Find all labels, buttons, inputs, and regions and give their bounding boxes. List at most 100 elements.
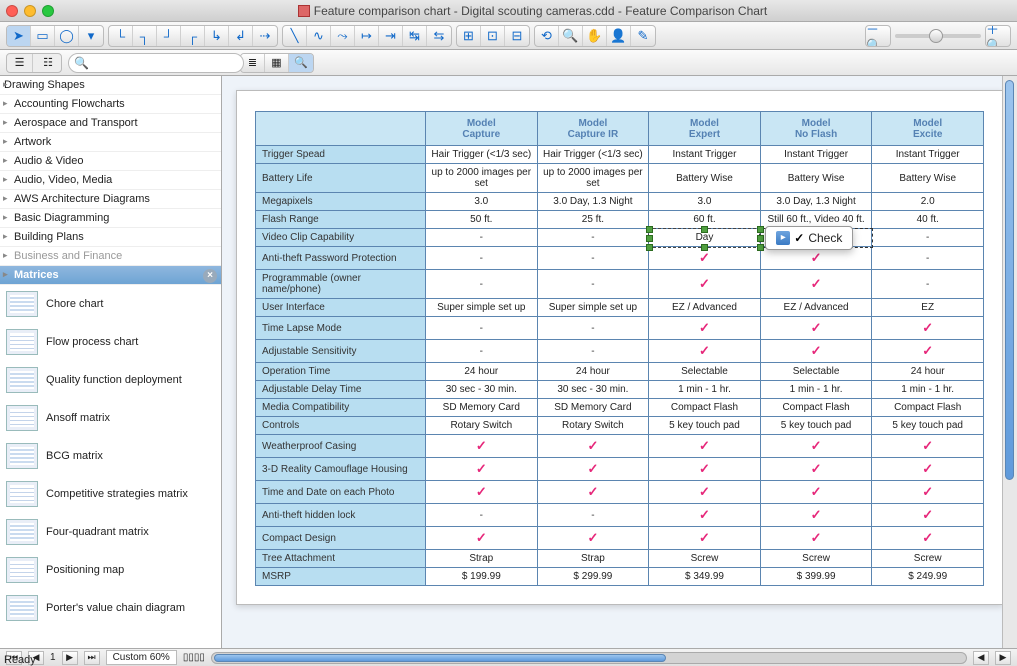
table-cell[interactable]: -: [537, 270, 649, 299]
next-page-button[interactable]: ▶: [62, 651, 78, 665]
table-cell[interactable]: ✓: [649, 270, 761, 299]
table-row[interactable]: Adjustable Sensitivity--✓✓✓: [256, 340, 984, 363]
ellipse-tool[interactable]: ◯: [55, 26, 79, 46]
table-cell[interactable]: 25 ft.: [537, 211, 649, 229]
table-row[interactable]: Anti-theft hidden lock--✓✓✓: [256, 504, 984, 527]
table-cell[interactable]: Rotary Switch: [537, 417, 649, 435]
feature-table[interactable]: ModelCaptureModelCapture IRModelExpertMo…: [255, 111, 984, 586]
sidebar-category[interactable]: Audio & Video: [0, 152, 221, 171]
table-cell[interactable]: ✓: [649, 317, 761, 340]
table-cell[interactable]: ✓: [872, 504, 984, 527]
table-cell[interactable]: -: [537, 504, 649, 527]
table-cell[interactable]: Screw: [649, 550, 761, 568]
table-cell[interactable]: 1 min - 1 hr.: [649, 381, 761, 399]
table-cell[interactable]: Battery Wise: [872, 164, 984, 193]
table-cell[interactable]: ✓: [760, 270, 872, 299]
sidebar-category[interactable]: Business and Finance: [0, 247, 221, 266]
zoom-tool[interactable]: 🔍: [559, 26, 583, 46]
sidebar-category[interactable]: Basic Diagramming: [0, 209, 221, 228]
table-cell[interactable]: ✓: [537, 527, 649, 550]
cell-dropdown-popup[interactable]: ▸ ✓ Check: [765, 226, 853, 250]
table-cell[interactable]: 5 key touch pad: [760, 417, 872, 435]
sidebar-category[interactable]: Audio, Video, Media: [0, 171, 221, 190]
table-cell[interactable]: ✓: [760, 481, 872, 504]
table-cell[interactable]: ✓: [872, 317, 984, 340]
table-row[interactable]: 3-D Reality Camouflage Housing✓✓✓✓✓: [256, 458, 984, 481]
table-row[interactable]: Megapixels3.03.0 Day, 1.3 Night3.03.0 Da…: [256, 193, 984, 211]
table-cell[interactable]: Screw: [872, 550, 984, 568]
rect-tool[interactable]: ▭: [31, 26, 55, 46]
table-cell[interactable]: ✓: [537, 458, 649, 481]
connector-1[interactable]: └: [109, 26, 133, 46]
table-cell[interactable]: Rotary Switch: [426, 417, 538, 435]
table-cell[interactable]: 3.0 Day, 1.3 Night: [537, 193, 649, 211]
table-cell[interactable]: ✓: [872, 458, 984, 481]
sidebar-category[interactable]: Building Plans: [0, 228, 221, 247]
view-list-icon[interactable]: ≣: [241, 54, 265, 72]
sidebar-category[interactable]: AWS Architecture Diagrams: [0, 190, 221, 209]
table-cell[interactable]: SD Memory Card: [537, 399, 649, 417]
column-header[interactable]: ModelCapture: [426, 112, 538, 146]
sidebar-selected-category[interactable]: Matrices ×: [0, 266, 221, 285]
selection-handle[interactable]: [701, 226, 708, 233]
table-cell[interactable]: Super simple set up: [426, 299, 538, 317]
layout-1[interactable]: ⊞: [457, 26, 481, 46]
connector-6[interactable]: ↲: [229, 26, 253, 46]
table-cell[interactable]: up to 2000 images per set: [426, 164, 538, 193]
table-cell[interactable]: ✓: [760, 527, 872, 550]
connector-7[interactable]: ⇢: [253, 26, 277, 46]
connector-4[interactable]: ┌: [181, 26, 205, 46]
table-cell[interactable]: $ 299.99: [537, 568, 649, 586]
table-row[interactable]: Tree AttachmentStrapStrapScrewScrewScrew: [256, 550, 984, 568]
line-1[interactable]: ╲: [283, 26, 307, 46]
table-cell[interactable]: Compact Flash: [760, 399, 872, 417]
diagram-page[interactable]: ModelCaptureModelCapture IRModelExpertMo…: [236, 90, 1003, 605]
zoom-field[interactable]: Custom 60%: [106, 650, 177, 665]
table-cell[interactable]: -: [537, 340, 649, 363]
table-row[interactable]: User InterfaceSuper simple set upSuper s…: [256, 299, 984, 317]
scroll-right-icon[interactable]: ▶: [995, 651, 1011, 665]
table-cell[interactable]: ✓: [760, 247, 872, 270]
table-cell[interactable]: $ 399.99: [760, 568, 872, 586]
table-cell[interactable]: SD Memory Card: [426, 399, 538, 417]
table-cell[interactable]: 3.0 Day, 1.3 Night: [760, 193, 872, 211]
edit-tool[interactable]: ✎: [631, 26, 655, 46]
table-cell[interactable]: Battery Wise: [649, 164, 761, 193]
sidebar-item[interactable]: Ansoff matrix: [0, 399, 221, 437]
table-cell[interactable]: up to 2000 images per set: [537, 164, 649, 193]
table-cell[interactable]: ✓: [760, 317, 872, 340]
sidebar-category[interactable]: Artwork: [0, 133, 221, 152]
table-cell[interactable]: 40 ft.: [872, 211, 984, 229]
table-cell[interactable]: $ 349.99: [649, 568, 761, 586]
table-cell[interactable]: Hair Trigger (<1/3 sec): [537, 146, 649, 164]
last-page-button[interactable]: ⏭: [84, 651, 100, 665]
table-cell[interactable]: ✓: [760, 340, 872, 363]
sidebar-item[interactable]: Porter's value chain diagram: [0, 589, 221, 627]
table-cell[interactable]: -: [872, 270, 984, 299]
column-header[interactable]: ModelExcite: [872, 112, 984, 146]
canvas[interactable]: ModelCaptureModelCapture IRModelExpertMo…: [222, 76, 1017, 648]
table-cell[interactable]: $ 249.99: [872, 568, 984, 586]
table-cell[interactable]: ✓: [649, 481, 761, 504]
column-header[interactable]: ModelExpert: [649, 112, 761, 146]
table-cell[interactable]: ✓: [426, 481, 538, 504]
sidebar-item[interactable]: Quality function deployment: [0, 361, 221, 399]
layout-3[interactable]: ⊟: [505, 26, 529, 46]
selection-handle[interactable]: [757, 235, 764, 242]
table-cell[interactable]: ✓: [537, 435, 649, 458]
table-cell[interactable]: -: [426, 317, 538, 340]
table-cell[interactable]: -: [426, 247, 538, 270]
mode-hier-icon[interactable]: ☷: [35, 54, 61, 72]
table-cell[interactable]: -: [426, 504, 538, 527]
table-cell[interactable]: ✓: [649, 458, 761, 481]
table-cell[interactable]: Selectable: [649, 363, 761, 381]
sidebar-root[interactable]: Drawing Shapes: [0, 76, 221, 95]
table-cell[interactable]: ✓: [760, 435, 872, 458]
mode-list-icon[interactable]: ☰: [7, 54, 33, 72]
line-4[interactable]: ↦: [355, 26, 379, 46]
table-cell[interactable]: ✓: [649, 527, 761, 550]
search-input[interactable]: [68, 53, 244, 73]
table-cell[interactable]: ✓: [649, 435, 761, 458]
table-cell[interactable]: Super simple set up: [537, 299, 649, 317]
selection-handle[interactable]: [646, 244, 653, 251]
